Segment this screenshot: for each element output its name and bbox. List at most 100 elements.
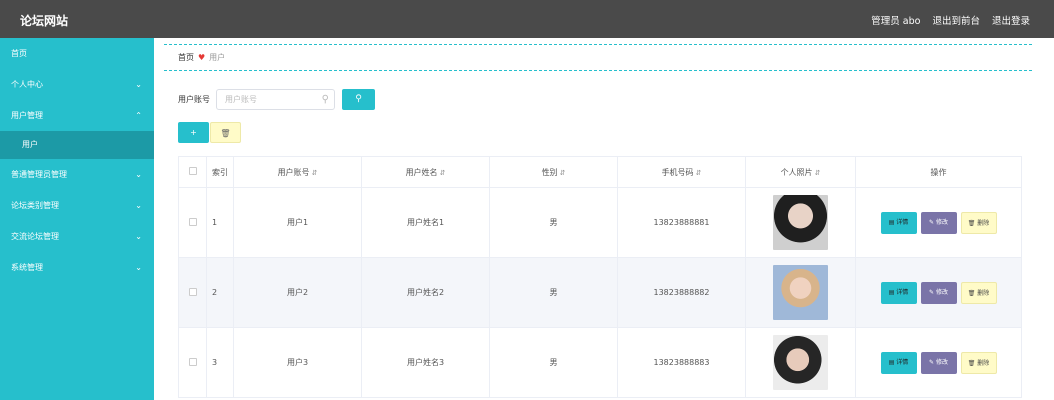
cell-gender: 男 [489,327,618,398]
search-field-wrapper: ⚲ [216,89,335,110]
detail-icon: ▤ [888,218,895,226]
sidebar-item-users[interactable]: 用户 [0,131,154,159]
trash-icon: 🗑 [967,219,976,227]
search-icon: ⚲ [321,94,329,105]
detail-button[interactable]: ▤ 详情 [880,351,917,374]
sidebar-item-label: 首页 [11,49,27,58]
detail-label: 详情 [896,358,909,366]
column-header-photo[interactable]: 个人照片 ⇵ [745,156,856,188]
heart-separator-icon: ♥ [198,53,206,62]
edit-label: 修改 [935,218,948,226]
sort-icon[interactable]: ⇵ [696,169,702,177]
cell-index: 3 [206,327,234,398]
edit-button[interactable]: ✎ 修改 [920,351,957,374]
cell-account: 用户3 [233,327,362,398]
edit-icon: ✎ [929,288,935,296]
sidebar-item-label: 论坛类别管理 [11,201,59,210]
sidebar-item-home[interactable]: 首页 [0,38,154,69]
chevron-down-icon: ⌄ [135,232,142,241]
sort-icon[interactable]: ⇵ [815,169,821,177]
detail-button[interactable]: ▤ 详情 [880,211,917,234]
cell-phone: 13823888881 [617,187,746,258]
column-header-label: 手机号码 [661,167,694,177]
column-header-name[interactable]: 用户姓名 ⇵ [361,156,490,188]
plus-icon: + [190,128,197,137]
column-header-label: 个人照片 [780,167,813,177]
header-actions: 管理员 abo 退出到前台 退出登录 [871,13,1030,27]
search-button[interactable]: ⚲ [342,89,375,110]
cell-index: 1 [206,187,234,258]
sidebar-item-profile[interactable]: 个人中心 ⌄ [0,69,154,100]
add-button[interactable]: + [178,122,209,143]
cell-name: 用户姓名1 [361,187,490,258]
edit-icon: ✎ [929,218,935,226]
admin-user-label[interactable]: 管理员 abo [871,13,920,27]
chevron-down-icon: ⌄ [135,201,142,210]
delete-label: 删除 [977,289,990,297]
detail-label: 详情 [896,288,909,296]
delete-label: 删除 [977,359,990,367]
edit-label: 修改 [935,358,948,366]
row-checkbox[interactable] [188,217,197,226]
top-bar: 论坛网站 管理员 abo 退出到前台 退出登录 [0,0,1054,38]
row-checkbox[interactable] [188,357,197,366]
trash-icon: 🗑 [967,359,976,367]
column-header-phone[interactable]: 手机号码 ⇵ [617,156,746,188]
sidebar-item-label: 普通管理员管理 [11,170,67,179]
column-header-gender[interactable]: 性别 ⇵ [489,156,618,188]
sidebar-item-label: 用户 [22,140,38,149]
sidebar-item-category-management[interactable]: 论坛类别管理 ⌄ [0,190,154,221]
chevron-down-icon: ⌄ [135,170,142,179]
delete-button[interactable]: 🗑 删除 [960,351,997,374]
sort-icon[interactable]: ⇵ [440,169,446,177]
avatar [773,335,828,390]
toolbar: + 🗑 [178,122,241,143]
avatar [773,265,828,320]
row-checkbox[interactable] [188,287,197,296]
breadcrumb: 首页 ♥ 用户 [164,44,1032,71]
sidebar-item-user-management[interactable]: 用户管理 ⌃ [0,100,154,131]
sidebar-item-forum-management[interactable]: 交流论坛管理 ⌄ [0,221,154,252]
column-header-label: 用户姓名 [405,167,438,177]
search-bar: 用户账号 ⚲ ⚲ [178,89,375,110]
detail-button[interactable]: ▤ 详情 [880,281,917,304]
sort-icon[interactable]: ⇵ [312,169,318,177]
main-content: 首页♥用户 用户账号 ⚲ ⚲ + 🗑 索引 用户账号⇵ 用户姓名⇵ 性别⇵ 手机… [164,38,1054,400]
sidebar-item-admin-management[interactable]: 普通管理员管理 ⌄ [0,159,154,190]
table-row: 2 用户2 用户姓名2 男 13823888882 ▤ 详情 ✎ 修改 🗑 删除 [178,257,1022,328]
table-row: 1 用户1 用户姓名1 男 13823888881 ▤ 详情 ✎ 修改 🗑 删除 [178,187,1022,258]
search-input[interactable] [217,90,334,109]
table-row: 3 用户3 用户姓名3 男 13823888883 ▤ 详情 ✎ 修改 🗑 删除 [178,327,1022,398]
site-title: 论坛网站 [20,14,69,28]
sort-icon[interactable]: ⇵ [560,169,566,177]
cell-gender: 男 [489,187,618,258]
chevron-up-icon: ⌃ [135,111,142,120]
avatar [773,195,828,250]
sidebar-item-system-management[interactable]: 系统管理 ⌄ [0,252,154,283]
breadcrumb-home[interactable]: 首页 [178,53,194,62]
sidebar-item-label: 系统管理 [11,263,43,272]
detail-label: 详情 [896,218,909,226]
edit-button[interactable]: ✎ 修改 [920,281,957,304]
logout-link[interactable]: 退出登录 [992,13,1030,27]
trash-icon: 🗑 [967,289,976,297]
cell-gender: 男 [489,257,618,328]
cell-account: 用户1 [233,187,362,258]
sidebar-item-label: 个人中心 [11,80,43,89]
edit-icon: ✎ [929,358,935,366]
search-label: 用户账号 [178,95,210,104]
cell-index: 2 [206,257,234,328]
edit-label: 修改 [935,288,948,296]
column-header-account[interactable]: 用户账号 ⇵ [233,156,362,188]
select-all-checkbox[interactable] [188,167,197,175]
edit-button[interactable]: ✎ 修改 [920,211,957,234]
delete-button[interactable]: 🗑 删除 [960,281,997,304]
column-header-index: 索引 [206,156,234,188]
column-header-label: 性别 [541,167,558,177]
delete-button[interactable]: 🗑 删除 [960,211,997,234]
column-header-label: 用户账号 [277,167,310,177]
sidebar-item-label: 交流论坛管理 [11,232,59,241]
batch-delete-button[interactable]: 🗑 [210,122,241,143]
back-to-front-link[interactable]: 退出到前台 [932,13,980,27]
cell-name: 用户姓名2 [361,257,490,328]
